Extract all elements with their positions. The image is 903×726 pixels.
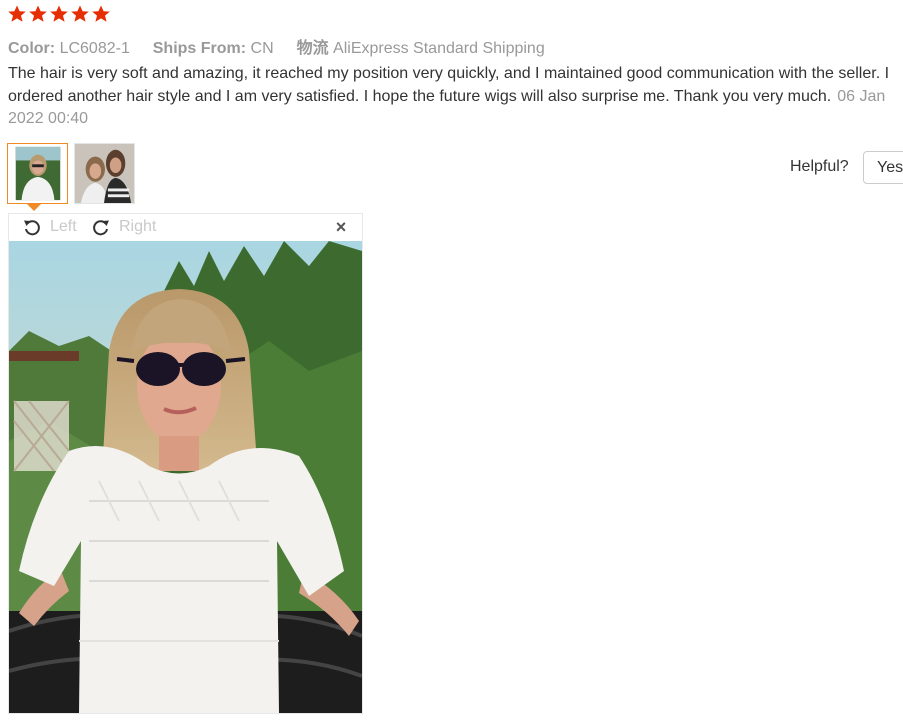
viewer-pointer [27,204,41,211]
rotate-right-label: Right [119,218,157,235]
viewer-toolbar: Left Right × [9,214,362,241]
thumbnail-image [75,144,134,203]
rotate-right-icon [93,220,109,236]
ships-from-value: CN [250,40,274,57]
review-photo [9,241,362,713]
review-body: The hair is very soft and amazing, it re… [8,63,898,131]
logistics-label: 物流 [296,40,329,57]
photo-thumbnail-1[interactable] [7,143,68,204]
helpful-label: Helpful? [790,158,849,175]
review-meta: Color: LC6082-1 Ships From: CN 物流 AliExp… [8,34,545,58]
thumbnail-image [8,144,67,203]
photo-viewer: Left Right × [8,213,363,714]
color-value: LC6082-1 [59,40,130,57]
rotate-left-icon [24,220,40,236]
review-photo-image [9,241,362,713]
logistics-value: AliExpress Standard Shipping [333,40,545,57]
rotate-right-button[interactable]: Right [91,217,156,237]
photo-thumbnail-2[interactable] [74,143,135,204]
close-icon[interactable]: × [332,218,350,236]
star-icon [8,5,26,22]
review-text: The hair is very soft and amazing, it re… [8,65,890,105]
star-icon [50,5,68,22]
color-label: Color: [8,40,56,57]
helpful-yes-button[interactable]: Yes [863,151,903,184]
photo-thumbnails [7,143,135,204]
star-icon [92,5,110,22]
rotate-left-label: Left [50,218,77,235]
star-icon [29,5,47,22]
ships-from-label: Ships From: [152,40,247,57]
rotate-left-button[interactable]: Left [22,217,77,237]
star-icon [71,5,89,22]
rating-stars [7,4,111,24]
